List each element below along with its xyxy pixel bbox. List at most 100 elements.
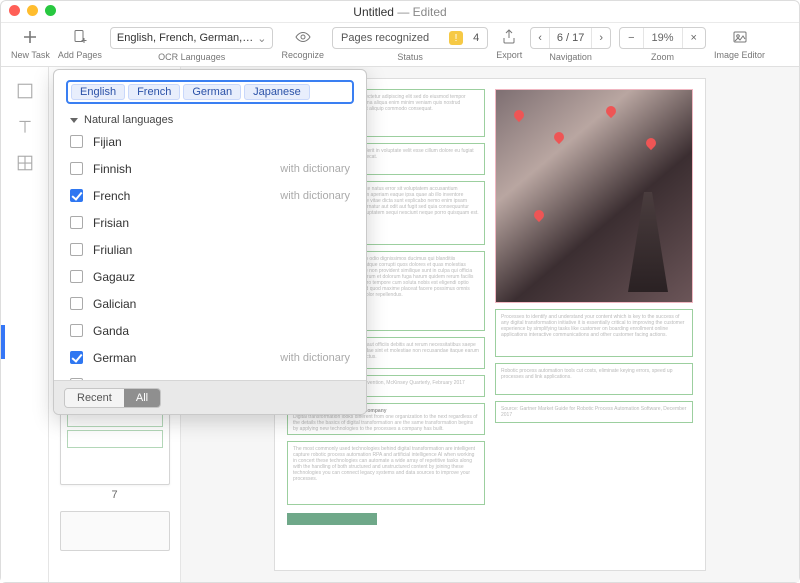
ocr-languages-dropdown[interactable]: English, French, German,… ⌄ [110, 27, 274, 49]
map-pin-icon [512, 108, 526, 122]
language-name: German (Luxembourg) [93, 378, 214, 381]
prev-page-button[interactable]: ‹ [531, 28, 549, 48]
text-region[interactable]: Processes to identify and understand you… [495, 309, 693, 357]
dictionary-label: with dictionary [280, 352, 350, 364]
language-row[interactable]: Finnish with dictionary [54, 155, 366, 182]
checkbox[interactable] [70, 135, 83, 148]
export-button[interactable]: Export [496, 27, 522, 60]
language-name: Ganda [93, 324, 129, 338]
status-group: Pages recognized ! 4 Status [332, 27, 488, 62]
checkbox[interactable] [70, 351, 83, 364]
language-row[interactable]: Fijian [54, 128, 366, 155]
content-area: Robotic Process Automation — A Driving F… [1, 67, 799, 582]
window-title: Untitled — Edited [353, 5, 446, 19]
language-name: Fijian [93, 135, 122, 149]
checkbox[interactable] [70, 324, 83, 337]
minimize-icon[interactable] [27, 5, 38, 16]
language-row[interactable]: Friulian [54, 236, 366, 263]
checkbox[interactable] [70, 189, 83, 202]
language-name: Finnish [93, 162, 132, 176]
article-image [496, 90, 692, 302]
warning-count: 4 [473, 32, 479, 44]
checkbox[interactable] [70, 297, 83, 310]
filter-segment[interactable]: Recent All [64, 388, 161, 408]
add-pages-button[interactable]: Add Pages [58, 27, 102, 60]
toolbar: New Task Add Pages English, French, Germ… [1, 23, 799, 67]
language-row[interactable]: Ganda [54, 317, 366, 344]
page-footer-bar [287, 513, 377, 525]
language-row[interactable]: Germanwith dictionary [54, 344, 366, 371]
title-text: Untitled [353, 5, 394, 19]
language-row[interactable]: Galician [54, 290, 366, 317]
language-token-field[interactable]: English French German Japanese [66, 80, 354, 104]
language-name: Frisian [93, 216, 129, 230]
tool-text[interactable] [9, 111, 41, 143]
map-pin-icon [552, 130, 566, 144]
language-token[interactable]: German [183, 84, 241, 100]
zoom-value[interactable]: 19% [643, 28, 682, 48]
eye-icon [290, 27, 316, 47]
dictionary-label: with dictionary [280, 163, 350, 175]
language-row[interactable]: Gagauz [54, 263, 366, 290]
text-region[interactable]: Robotic process automation tools cut cos… [495, 363, 693, 395]
language-row[interactable]: Frisian [54, 209, 366, 236]
image-editor-icon [727, 27, 753, 47]
left-rail [1, 67, 49, 582]
language-name: Gagauz [93, 270, 135, 284]
status-pill[interactable]: Pages recognized ! 4 [332, 27, 488, 49]
language-token[interactable]: Japanese [244, 84, 310, 100]
ocr-languages-group: English, French, German,… ⌄ OCR Language… [110, 27, 274, 62]
thumbnail-page-8[interactable] [60, 511, 170, 551]
chevron-down-icon: ⌄ [257, 32, 266, 45]
language-section-header[interactable]: Natural languages [54, 110, 366, 128]
image-region[interactable] [495, 89, 693, 303]
share-icon [496, 27, 522, 47]
page-indicator[interactable]: 6 / 17 [549, 28, 592, 48]
map-pin-icon [604, 104, 618, 118]
zoom-icon[interactable] [45, 5, 56, 16]
title-bar: Untitled — Edited [1, 1, 799, 23]
language-token[interactable]: English [71, 84, 125, 100]
filter-all-button[interactable]: All [124, 389, 160, 407]
status-text: Pages recognized [341, 32, 429, 44]
checkbox[interactable] [70, 378, 83, 380]
navigation-group: ‹ 6 / 17 › Navigation [530, 27, 611, 62]
language-name: Friulian [93, 243, 132, 257]
checkbox[interactable] [70, 162, 83, 175]
recognize-button[interactable]: Recognize [281, 27, 324, 60]
close-icon[interactable] [9, 5, 20, 16]
language-popover-footer: Recent All [54, 380, 366, 414]
map-pin-icon [634, 244, 648, 258]
language-token[interactable]: French [128, 84, 180, 100]
page-navigator[interactable]: ‹ 6 / 17 › [530, 27, 611, 49]
app-window: Untitled — Edited New Task Add Pages Eng… [0, 0, 800, 583]
thumbnail-page-number: 7 [55, 489, 174, 501]
zoom-group: − 19% × Zoom [619, 27, 706, 62]
language-row[interactable]: Frenchwith dictionary [54, 182, 366, 209]
map-pin-icon [644, 136, 658, 150]
plus-icon [17, 27, 43, 47]
tool-pointer[interactable] [9, 75, 41, 107]
next-page-button[interactable]: › [591, 28, 610, 48]
page-plus-icon [67, 27, 93, 47]
checkbox[interactable] [70, 243, 83, 256]
dictionary-label: with dictionary [280, 190, 350, 202]
tool-table[interactable] [9, 147, 41, 179]
title-edited: — Edited [397, 5, 446, 19]
selection-indicator [1, 325, 5, 359]
text-region[interactable]: Source: Gartner Market Guide for Robotic… [495, 401, 693, 423]
filter-recent-button[interactable]: Recent [65, 389, 124, 407]
ocr-languages-value: English, French, German,… [117, 32, 253, 44]
warning-icon: ! [449, 31, 463, 45]
new-task-button[interactable]: New Task [11, 27, 50, 60]
language-list[interactable]: FijianFinnishwith dictionaryFrenchwith d… [54, 128, 366, 380]
checkbox[interactable] [70, 216, 83, 229]
zoom-reset-button[interactable]: × [682, 28, 705, 48]
zoom-out-button[interactable]: − [620, 28, 642, 48]
image-editor-button[interactable]: Image Editor [714, 27, 765, 60]
zoom-control[interactable]: − 19% × [619, 27, 706, 49]
text-region[interactable]: The most commonly used technologies behi… [287, 441, 485, 505]
language-popover: English French German Japanese Natural l… [53, 69, 367, 415]
language-row[interactable]: German (Luxembourg) [54, 371, 366, 380]
checkbox[interactable] [70, 270, 83, 283]
